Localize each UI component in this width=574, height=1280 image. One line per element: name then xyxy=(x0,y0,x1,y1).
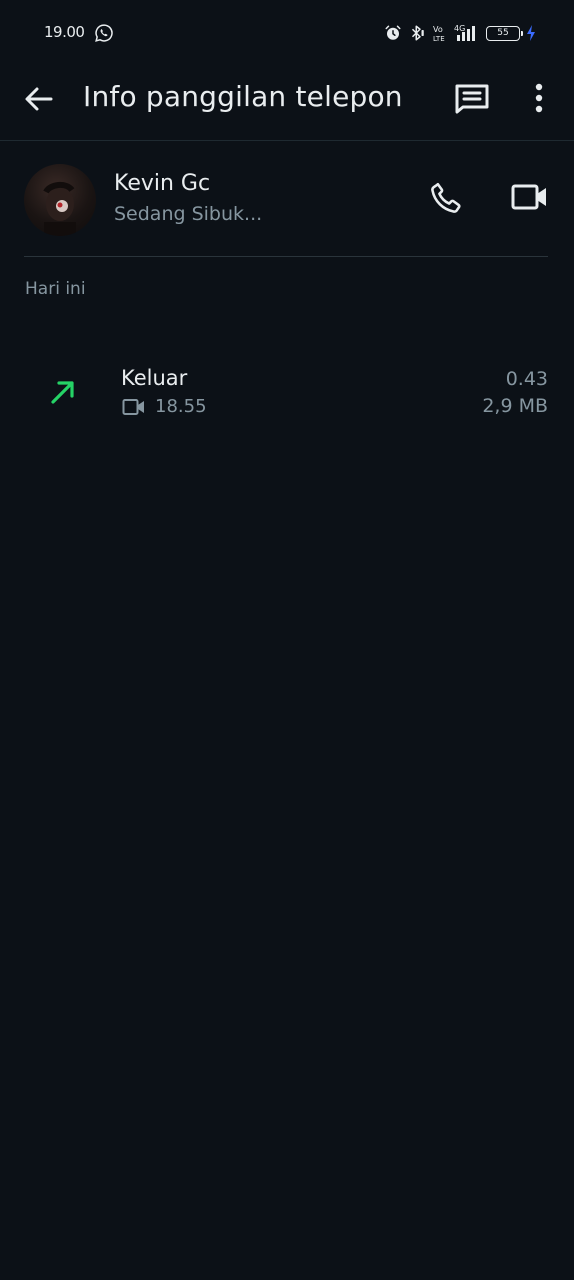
toolbar: Info panggilan telepon xyxy=(0,66,574,140)
status-bar: 19.00 Vo LTE 4G 55 xyxy=(0,0,574,66)
contact-name: Kevin Gc xyxy=(114,171,211,196)
contact-status: Sedang Sibuk... xyxy=(114,203,263,225)
battery-icon: 55 xyxy=(486,25,523,41)
call-time: 18.55 xyxy=(155,396,207,417)
whatsapp-icon xyxy=(94,23,114,43)
call-direction: Keluar xyxy=(121,366,188,390)
charging-icon xyxy=(526,24,536,42)
video-call-icon[interactable] xyxy=(510,182,550,212)
more-vert-icon[interactable] xyxy=(526,80,552,116)
page-title: Info panggilan telepon xyxy=(83,80,403,113)
battery-level: 55 xyxy=(497,27,509,38)
outgoing-arrow-icon xyxy=(48,377,78,407)
alarm-icon xyxy=(384,24,402,42)
section-divider xyxy=(24,256,548,257)
signal-icon: 4G xyxy=(454,24,480,42)
svg-text:4G: 4G xyxy=(454,24,465,33)
status-icons: Vo LTE 4G 55 xyxy=(384,22,536,44)
section-label-today: Hari ini xyxy=(25,279,86,299)
bluetooth-icon xyxy=(408,24,426,42)
call-log-item[interactable]: Keluar 18.55 0.43 2,9 MB xyxy=(0,360,574,424)
message-icon[interactable] xyxy=(454,82,490,114)
contact-row[interactable]: Kevin Gc Sedang Sibuk... xyxy=(0,160,574,242)
video-camera-icon xyxy=(122,398,146,416)
avatar[interactable] xyxy=(24,164,96,236)
call-duration: 0.43 xyxy=(505,368,548,390)
svg-text:Vo: Vo xyxy=(433,25,443,34)
volte-icon: Vo LTE xyxy=(432,24,448,42)
svg-text:LTE: LTE xyxy=(433,35,445,42)
toolbar-divider xyxy=(0,140,574,141)
call-data-size: 2,9 MB xyxy=(482,395,548,417)
status-time: 19.00 xyxy=(44,23,85,41)
back-arrow-icon[interactable] xyxy=(22,82,56,116)
phone-icon[interactable] xyxy=(428,180,464,216)
